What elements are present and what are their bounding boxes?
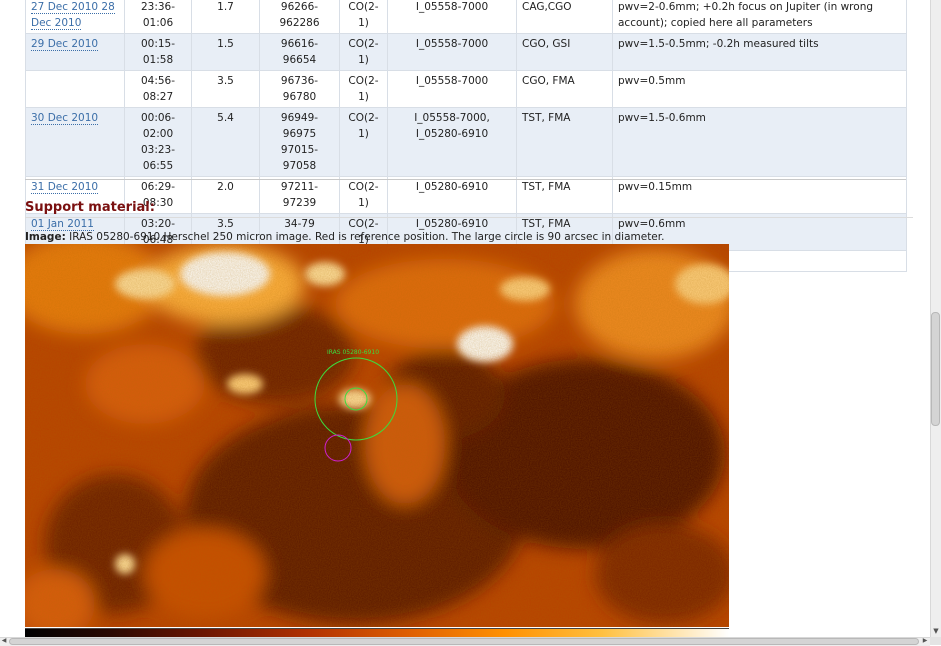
observers-cell: CGO, FMA bbox=[516, 70, 613, 108]
scan-range-cell: 96616-96654 bbox=[259, 33, 340, 71]
cell-text: 04:56-08:27 bbox=[140, 75, 176, 103]
date-link[interactable]: Dec 2010 bbox=[31, 17, 82, 30]
observers-cell: TST, FMA bbox=[516, 176, 613, 214]
line-cell: CO(2-1) bbox=[339, 107, 388, 177]
hours-cell: 1.7 bbox=[191, 0, 260, 34]
hours-cell: 1.5 bbox=[191, 33, 260, 71]
herschel-250-micron-image[interactable]: IRAS 05280-6910 bbox=[25, 244, 729, 627]
date-link[interactable]: 01 Jan 2011 bbox=[31, 218, 94, 231]
date-link[interactable]: 30 Dec 2010 bbox=[31, 112, 99, 125]
notes-cell: pwv=0.15mm bbox=[612, 176, 907, 214]
cell-text: 97015-97058 bbox=[280, 144, 319, 172]
scroll-down-arrow-icon[interactable]: ▼ bbox=[931, 626, 941, 636]
scan-range-cell: 96736-96780 bbox=[259, 70, 340, 108]
table-row: 04:56-08:27 3.5 96736-96780 CO(2-1) I_05558-… bbox=[25, 70, 907, 108]
date-cell: 30 Dec 2010 bbox=[25, 107, 125, 177]
heading-underline bbox=[25, 217, 913, 218]
horizontal-scrollbar-thumb[interactable] bbox=[9, 638, 919, 645]
cell-text: I_05558-7000 bbox=[415, 1, 489, 13]
date-link[interactable]: 29 Dec 2010 bbox=[31, 38, 99, 51]
cell-text: 96949-96975 bbox=[280, 112, 319, 140]
config-cell: I_05558-7000 bbox=[387, 33, 517, 71]
cell-text: 23:36-01:06 bbox=[140, 1, 176, 29]
page-content: 27 Dec 2010 28 Dec 2010 23:36-01:06 1.7 9626… bbox=[0, 0, 930, 637]
line-cell: CO(2-1) bbox=[339, 176, 388, 214]
cell-text: I_05558-7000 bbox=[415, 38, 489, 50]
time-range-cell: 00:15-01:58 bbox=[124, 33, 192, 71]
cell-text: I_05280-6910 bbox=[415, 218, 489, 230]
config-cell: I_05558-7000, I_05280-6910 bbox=[387, 107, 517, 177]
notes-cell: pwv=0.5mm bbox=[612, 70, 907, 108]
herschel-image-canvas: IRAS 05280-6910 bbox=[25, 244, 729, 627]
line-cell: CO(2-1) bbox=[339, 70, 388, 108]
section-divider bbox=[25, 179, 906, 180]
date-cell bbox=[25, 70, 125, 108]
colorbar bbox=[25, 629, 729, 637]
date-cell: 29 Dec 2010 bbox=[25, 33, 125, 71]
hours-cell: 2.0 bbox=[191, 176, 260, 214]
cell-text: 00:06-02:00 bbox=[140, 112, 176, 140]
time-range-cell: 23:36-01:06 bbox=[124, 0, 192, 34]
scan-range-cell: 96949-96975 97015-97058 bbox=[259, 107, 340, 177]
notes-cell: pwv=1.5-0.6mm bbox=[612, 107, 907, 177]
observers-cell: TST, FMA bbox=[516, 107, 613, 177]
image-caption-label: Image: bbox=[25, 231, 66, 243]
scroll-right-arrow-icon[interactable]: ▶ bbox=[921, 637, 929, 645]
line-cell: CO(2-1) bbox=[339, 33, 388, 71]
cell-text: I_05280-6910 bbox=[415, 181, 489, 193]
cell-text: 96736-96780 bbox=[280, 75, 319, 103]
notes-cell: pwv=2-0.6mm; +0.2h focus on Jupiter (in … bbox=[612, 0, 907, 34]
table-row: 29 Dec 2010 00:15-01:58 1.5 96616-96654 CO(2… bbox=[25, 33, 907, 71]
vertical-scrollbar-thumb[interactable] bbox=[931, 312, 940, 426]
image-caption-text: IRAS 05280-6910 Herschel 250 micron imag… bbox=[65, 231, 665, 243]
scan-range-cell: 96266-962286 bbox=[259, 0, 340, 34]
cell-text: 00:15-01:58 bbox=[140, 38, 176, 66]
cell-text: I_05280-6910 bbox=[415, 128, 489, 140]
scan-range-cell: 97211-97239 bbox=[259, 176, 340, 214]
date-cell: 27 Dec 2010 28 Dec 2010 bbox=[25, 0, 125, 34]
hours-cell: 5.4 bbox=[191, 107, 260, 177]
cell-text: 96616-96654 bbox=[280, 38, 319, 66]
cell-text: 97211-97239 bbox=[280, 181, 319, 209]
observers-cell: CGO, GSI bbox=[516, 33, 613, 71]
cell-text: I_05558-7000, bbox=[414, 112, 490, 124]
hours-cell: 3.5 bbox=[191, 70, 260, 108]
observers-cell: CAG,CGO bbox=[516, 0, 613, 34]
cell-text: I_05558-7000 bbox=[415, 75, 489, 87]
table-row: 31 Dec 2010 06:29-08:30 2.0 97211-97239 CO(2… bbox=[25, 176, 907, 214]
line-cell: CO(2-1) bbox=[339, 0, 388, 34]
time-range-cell: 00:06-02:00 03:23-06:55 bbox=[124, 107, 192, 177]
cell-text: 34-79 bbox=[284, 218, 315, 230]
time-range-cell: 04:56-08:27 bbox=[124, 70, 192, 108]
scroll-left-arrow-icon[interactable]: ◀ bbox=[0, 637, 8, 645]
scrollbar-corner bbox=[930, 637, 941, 645]
support-material-heading: Support material: bbox=[25, 200, 155, 215]
source-label: IRAS 05280-6910 bbox=[327, 349, 379, 356]
date-link[interactable]: 31 Dec 2010 bbox=[31, 181, 99, 194]
table-row: 30 Dec 2010 00:06-02:00 03:23-06:55 5.4 9694… bbox=[25, 107, 907, 177]
cell-text: 96266-962286 bbox=[279, 1, 320, 29]
table-row: 27 Dec 2010 28 Dec 2010 23:36-01:06 1.7 9626… bbox=[25, 0, 907, 34]
cell-text: 03:23-06:55 bbox=[140, 144, 176, 172]
notes-cell: pwv=1.5-0.5mm; -0.2h measured tilts bbox=[612, 33, 907, 71]
config-cell: I_05280-6910 bbox=[387, 176, 517, 214]
date-link[interactable]: 27 Dec 2010 28 bbox=[31, 1, 115, 14]
image-caption: Image: IRAS 05280-6910 Herschel 250 micr… bbox=[25, 231, 664, 243]
config-cell: I_05558-7000 bbox=[387, 0, 517, 34]
config-cell: I_05558-7000 bbox=[387, 70, 517, 108]
